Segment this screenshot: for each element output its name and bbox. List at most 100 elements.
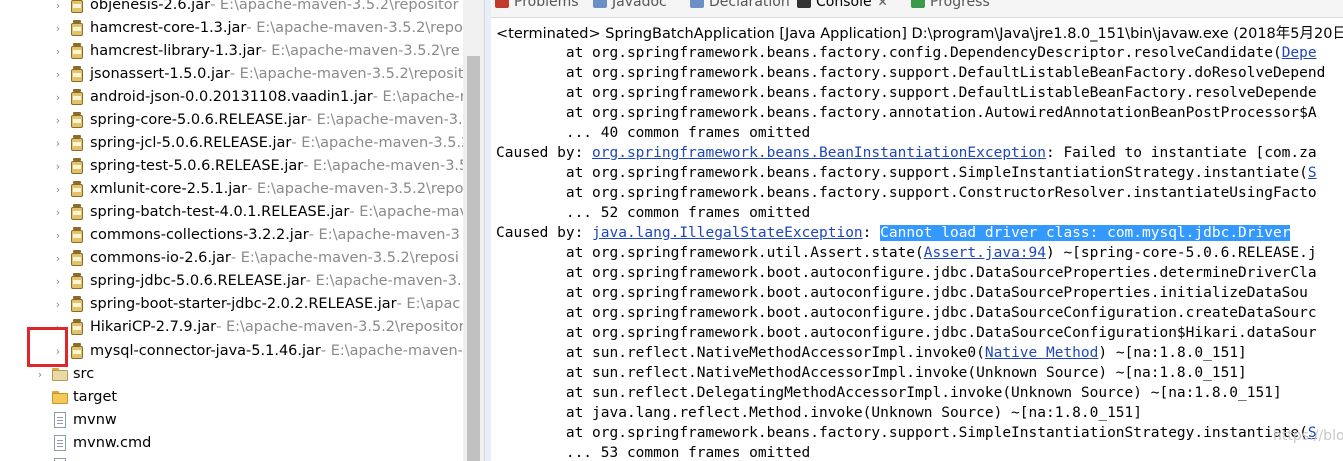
jar-path: - E:\apache-maven-3.5 [305,273,463,289]
jar-path: - E:\apache-maven-3.5.2\reposi [230,250,459,266]
console-link[interactable]: Depe [1282,45,1317,61]
expand-arrow-icon[interactable]: › [50,183,66,196]
tab-declaration[interactable]: Declaration [690,0,790,10]
jar-icon [70,181,84,197]
tree-item-jar[interactable]: › jsonassert-1.5.0.jar - E:\apache-maven… [50,63,463,85]
jar-name: spring-jdbc-5.0.6.RELEASE.jar [90,273,306,289]
tree-item-jar[interactable]: › xmlunit-core-2.5.1.jar - E:\apache-mav… [50,178,463,200]
console-text: ) ~[spring-core-5.0.6.RELEASE.j [1045,245,1317,261]
console-text: Caused by: [496,225,593,241]
console-line: at org.springframework.beans.factory.ann… [496,103,1317,123]
console-text: ... 52 common frames omitted [496,205,811,221]
console-text: at org.springframework.beans.factory.sup… [496,165,1308,181]
console-link[interactable]: Native Method [985,345,1099,361]
expand-arrow-icon[interactable]: › [50,91,66,104]
jar-icon [70,227,84,243]
expand-arrow-icon[interactable]: › [50,275,66,288]
console-line: at org.springframework.beans.factory.sup… [496,423,1317,443]
console-text: ... 53 common frames omitted [496,445,811,461]
console-text: Caused by: [496,145,593,161]
tree-scrollbar[interactable] [463,0,484,461]
tree-item-jar[interactable]: › spring-boot-starter-jdbc-2.0.2.RELEASE… [50,293,460,315]
tab-console[interactable]: Console ✕ [797,0,888,10]
jar-icon [70,135,84,151]
tree-item-jar[interactable]: › spring-jdbc-5.0.6.RELEASE.jar - E:\apa… [50,270,463,292]
expand-arrow-icon[interactable]: › [50,206,66,219]
jar-icon [70,20,84,36]
console-link[interactable]: org.springframework.beans.BeanInstantiat… [592,145,1046,161]
console-text: at org.springframework.beans.factory.sup… [496,185,1317,201]
jar-icon [70,250,84,266]
console-link[interactable]: Assert.java:94 [924,245,1046,261]
expand-arrow-icon[interactable]: › [50,298,66,311]
console-text: at org.springframework.boot.autoconfigur… [496,265,1317,281]
expand-arrow-icon[interactable]: › [32,368,48,381]
file-icon [54,435,66,451]
tree-item-jar[interactable]: › hamcrest-library-1.3.jar - E:\apache-m… [50,40,460,62]
declaration-icon [690,0,704,8]
jar-name: hamcrest-core-1.3.jar [90,20,247,36]
tab-javadoc[interactable]: Javadoc [593,0,667,10]
jar-icon [70,66,84,82]
jar-name: jsonassert-1.5.0.jar [90,66,230,82]
expand-arrow-icon[interactable]: › [50,137,66,150]
panel-divider[interactable] [484,0,491,461]
expand-arrow-icon[interactable]: › [50,0,66,12]
tree-item-jar[interactable]: › spring-core-5.0.6.RELEASE.jar - E:\apa… [50,109,463,131]
jar-name: hamcrest-library-1.3.jar [90,43,262,59]
jar-path: - E:\apache-maven-3.5.2\repositor [210,0,459,13]
tree-item-file[interactable] [32,455,73,461]
close-icon[interactable]: ✕ [878,0,888,9]
tree-item-jar[interactable]: › hamcrest-core-1.3.jar - E:\apache-mave… [50,17,463,39]
jar-icon [70,158,84,174]
console-text: ... 40 common frames omitted [496,125,811,141]
expand-arrow-icon[interactable]: › [50,160,66,173]
tree-item-jar[interactable]: › spring-jcl-5.0.6.RELEASE.jar - E:\apac… [50,132,463,154]
console-link[interactable]: java.lang.IllegalStateException [592,225,863,241]
jar-name: objenesis-2.6.jar [90,0,211,13]
tree-item-folder-target[interactable]: target [32,386,117,408]
jar-name: HikariCP-2.7.9.jar [90,319,217,335]
console-line: at sun.reflect.NativeMethodAccessorImpl.… [496,343,1247,363]
console-link[interactable]: S [1308,165,1317,181]
tab-problems[interactable]: Problems [495,0,579,10]
console-text: at org.springframework.boot.autoconfigur… [496,285,1308,301]
javadoc-icon [593,0,607,8]
expand-arrow-icon[interactable]: › [50,252,66,265]
tree-item-jar[interactable]: › objenesis-2.6.jar - E:\apache-maven-3.… [50,0,459,16]
tree-item-jar-mysql-connector[interactable]: › mysql-connector-java-5.1.46.jar - E:\a… [50,340,463,362]
console-line: at org.springframework.boot.autoconfigur… [496,283,1308,303]
view-tab-bar: Problems Javadoc Declaration Console ✕ P… [491,0,1343,18]
tree-item-jar[interactable]: › HikariCP-2.7.9.jar - E:\apache-maven-3… [50,316,463,338]
tree-item-file-mvnw[interactable]: mvnw [32,409,117,431]
highlight-annotation-box [27,327,68,367]
jar-path: - E:\apache-maven-3.5.2\repo [246,20,463,36]
console-line: ... 53 common frames omitted [496,443,810,461]
console-view: Problems Javadoc Declaration Console ✕ P… [491,0,1343,461]
tab-progress[interactable]: Progress [911,0,990,10]
source-folder-icon [52,367,68,381]
tree-item-jar[interactable]: › android-json-0.0.20131108.vaadin1.jar … [50,86,463,108]
console-line: Caused by: java.lang.IllegalStateExcepti… [496,223,1291,243]
expand-arrow-icon[interactable]: › [50,22,66,35]
file-name: mvnw [73,412,117,428]
tree-item-jar[interactable]: › commons-io-2.6.jar - E:\apache-maven-3… [50,247,459,269]
expand-arrow-icon[interactable]: › [50,114,66,127]
console-line: at sun.reflect.NativeMethodAccessorImpl.… [496,363,1247,383]
expand-arrow-icon[interactable]: › [50,45,66,58]
expand-arrow-icon[interactable]: › [50,229,66,242]
jar-path: - E:\apache-maven- [320,343,463,359]
watermark: https://blog.csdn.net/little_strong [1273,428,1343,444]
tree-item-file-mvnw-cmd[interactable]: mvnw.cmd [32,432,151,454]
tree-item-jar[interactable]: › spring-test-5.0.6.RELEASE.jar - E:\apa… [50,155,463,177]
jar-path: - E:\apache-maven-3.5.2\repo [247,181,463,197]
scrollbar-thumb[interactable] [467,56,480,461]
tree-item-jar[interactable]: › commons-collections-3.2.2.jar - E:\apa… [50,224,460,246]
expand-arrow-icon[interactable]: › [50,68,66,81]
console-line: ... 52 common frames omitted [496,203,810,223]
tree-item-jar[interactable]: › spring-batch-test-4.0.1.RELEASE.jar - … [50,201,463,223]
console-line: at java.lang.reflect.Method.invoke(Unkno… [496,403,1142,423]
console-text: ) ~[na:1.8.0_151] [1098,345,1247,361]
jar-path: - E:\apache-maven-3.5.2 [291,135,463,151]
jar-path: - E:\apache-r [372,89,463,105]
